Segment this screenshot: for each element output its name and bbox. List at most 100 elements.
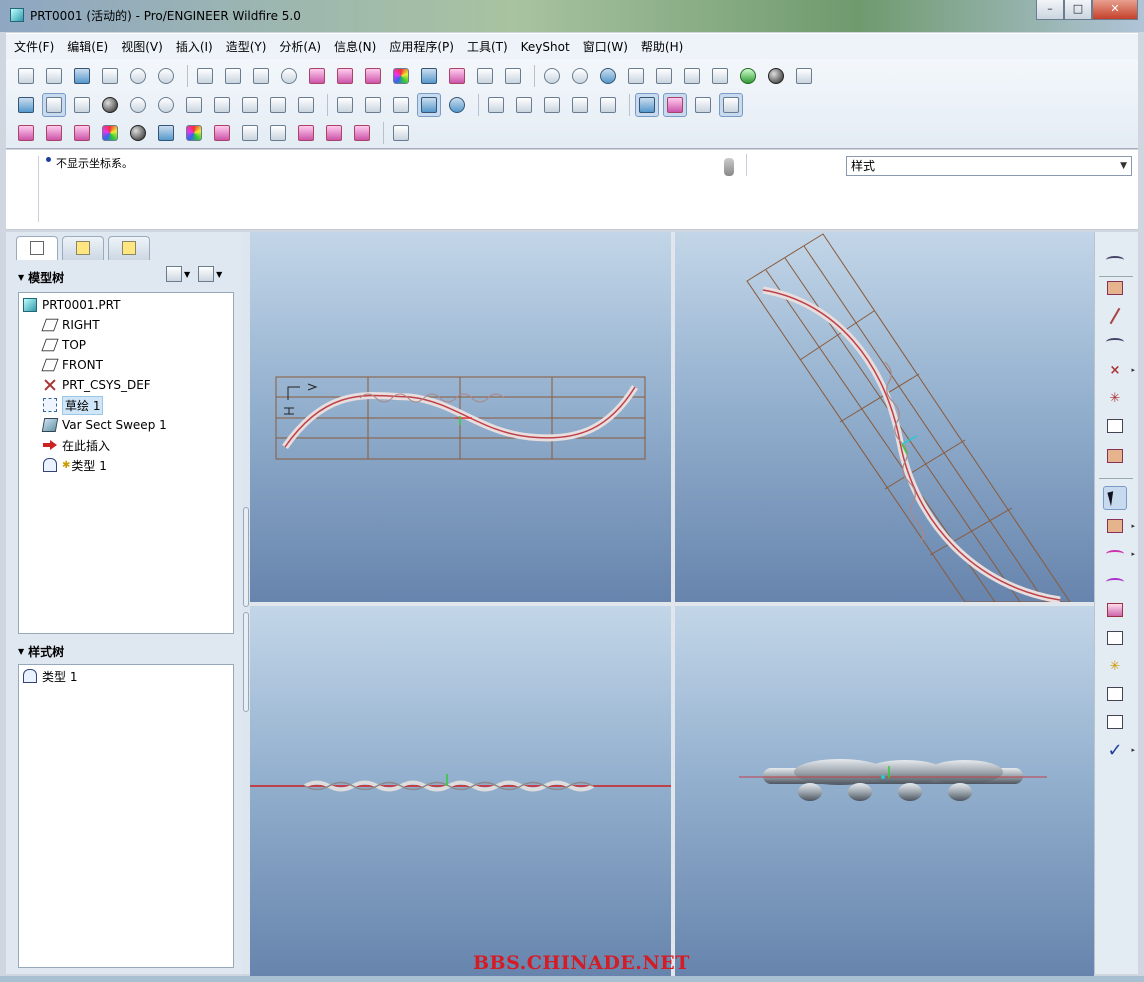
deviation-icon[interactable] — [266, 121, 290, 145]
appearance-ball-icon[interactable] — [98, 93, 122, 117]
tree-item-right[interactable]: RIGHT — [19, 315, 233, 335]
datum-point-display-icon[interactable] — [540, 93, 564, 117]
chain-link-icon[interactable] — [1103, 444, 1127, 468]
section-analysis-icon[interactable] — [42, 121, 66, 145]
sketch-curve-tool-icon[interactable] — [1103, 330, 1127, 354]
tree-settings-icon[interactable] — [166, 266, 182, 282]
viewport-top[interactable] — [250, 606, 671, 976]
saved-views-icon[interactable] — [238, 93, 262, 117]
chevron-down-icon[interactable]: ▼ — [216, 270, 222, 279]
style-tree-header[interactable]: ▼ 样式树 — [18, 640, 64, 662]
tree-show-icon[interactable] — [198, 266, 215, 282]
no-hidden-icon[interactable] — [389, 93, 413, 117]
curve-analysis-icon[interactable] — [305, 64, 329, 88]
menu-keyshot[interactable]: KeyShot — [521, 40, 570, 54]
reflection-analysis-icon[interactable] — [445, 64, 469, 88]
new-file-icon[interactable] — [14, 64, 38, 88]
measure-area-icon[interactable] — [221, 64, 245, 88]
repaint-icon[interactable] — [14, 93, 38, 117]
csys-tool-icon[interactable]: ✳ — [1103, 386, 1127, 410]
wireframe-icon[interactable] — [333, 93, 357, 117]
annotation-display-icon[interactable] — [596, 93, 620, 117]
undo-icon[interactable] — [540, 64, 564, 88]
curvature-icon[interactable] — [361, 64, 385, 88]
mesh-display-icon[interactable] — [691, 93, 715, 117]
tree-item-sweep[interactable]: Var Sect Sweep 1 — [19, 415, 233, 435]
context-help-icon[interactable] — [389, 121, 413, 145]
gaussian-curvature-icon[interactable] — [98, 121, 122, 145]
datum-curve-icon[interactable] — [1103, 248, 1127, 272]
splitter-grip[interactable] — [243, 612, 249, 712]
email-link-icon[interactable] — [154, 64, 178, 88]
menu-analysis[interactable]: 分析(A) — [279, 38, 321, 55]
paste-icon[interactable] — [680, 64, 704, 88]
tree-item-part[interactable]: PRT0001.PRT — [19, 295, 233, 315]
paste-special-icon[interactable] — [708, 64, 732, 88]
view-manager-icon[interactable] — [294, 93, 318, 117]
isophote-icon[interactable] — [210, 121, 234, 145]
filter-select[interactable]: 样式 ▼ — [846, 156, 1132, 176]
style-tree-item[interactable]: 类型 1 — [19, 666, 233, 686]
menu-applications[interactable]: 应用程序(P) — [389, 38, 454, 55]
deviation-analysis-icon[interactable] — [501, 64, 525, 88]
redo-icon[interactable] — [568, 64, 592, 88]
measure-distance-icon[interactable] — [193, 64, 217, 88]
surface-analysis-icon[interactable] — [333, 64, 357, 88]
delete-all-analysis-icon[interactable] — [350, 121, 374, 145]
reorient-icon[interactable] — [210, 93, 234, 117]
select-box-icon[interactable] — [792, 64, 816, 88]
menu-tools[interactable]: 工具(T) — [467, 38, 508, 55]
graphics-area[interactable] — [250, 232, 1094, 976]
create-curve-icon[interactable]: ▸ — [1103, 542, 1135, 566]
open-folder-icon[interactable] — [42, 64, 66, 88]
four-views-icon[interactable] — [719, 93, 743, 117]
menu-styling[interactable]: 造型(Y) — [226, 38, 267, 55]
find-icon[interactable] — [764, 64, 788, 88]
surface-connect-icon[interactable] — [1103, 626, 1127, 650]
style-surface-display-icon[interactable] — [635, 93, 659, 117]
orient-mode-icon[interactable] — [70, 93, 94, 117]
shading-icon[interactable] — [417, 93, 441, 117]
edit-curve-icon[interactable] — [1103, 570, 1127, 594]
copy-icon[interactable] — [652, 64, 676, 88]
regen-manager-icon[interactable] — [736, 64, 760, 88]
refit-icon[interactable] — [182, 93, 206, 117]
curve-curvature-icon[interactable] — [14, 121, 38, 145]
reflection-icon[interactable] — [182, 121, 206, 145]
tab-favorites[interactable] — [108, 236, 150, 260]
checkmark-icon[interactable]: ✓ ▸ — [1103, 738, 1135, 762]
tree-item-top[interactable]: TOP — [19, 335, 233, 355]
style-curve-display-icon[interactable] — [663, 93, 687, 117]
hidden-line-icon[interactable] — [361, 93, 385, 117]
offset-analysis-icon[interactable] — [70, 121, 94, 145]
surface-edit-icon[interactable] — [1103, 682, 1127, 706]
layers-icon[interactable] — [266, 93, 290, 117]
viewport-isometric[interactable] — [675, 232, 1094, 602]
draft-analysis-icon[interactable] — [417, 64, 441, 88]
select-cursor-icon[interactable] — [1103, 486, 1127, 510]
tab-model-tree[interactable] — [16, 236, 58, 260]
minimize-button[interactable]: – — [1036, 0, 1064, 20]
menu-edit[interactable]: 编辑(E) — [67, 38, 108, 55]
datum-axis-tool-icon[interactable] — [1103, 304, 1127, 328]
cut-icon[interactable] — [624, 64, 648, 88]
email-icon[interactable] — [126, 64, 150, 88]
zoom-out-icon[interactable] — [154, 93, 178, 117]
tree-item-csys[interactable]: PRT_CSYS_DEF — [19, 375, 233, 395]
close-button[interactable]: ✕ — [1092, 0, 1138, 20]
measure-diameter-icon[interactable] — [277, 64, 301, 88]
datum-point-tool-icon[interactable]: × ▸ — [1103, 358, 1135, 382]
menu-window[interactable]: 窗口(W) — [583, 38, 628, 55]
menu-insert[interactable]: 插入(I) — [176, 38, 213, 55]
trim-surface-icon[interactable]: ✳ — [1103, 654, 1127, 678]
csys-display-icon[interactable] — [568, 93, 592, 117]
enhanced-realism-icon[interactable] — [445, 93, 469, 117]
chevron-down-icon[interactable]: ▼ — [184, 270, 190, 279]
menu-info[interactable]: 信息(N) — [334, 38, 376, 55]
viewport-front[interactable] — [250, 232, 671, 602]
draft-check-icon[interactable] — [154, 121, 178, 145]
tree-item-front[interactable]: FRONT — [19, 355, 233, 375]
datum-axis-display-icon[interactable] — [512, 93, 536, 117]
surface-pen-icon[interactable] — [1103, 710, 1127, 734]
spin-center-icon[interactable] — [42, 93, 66, 117]
